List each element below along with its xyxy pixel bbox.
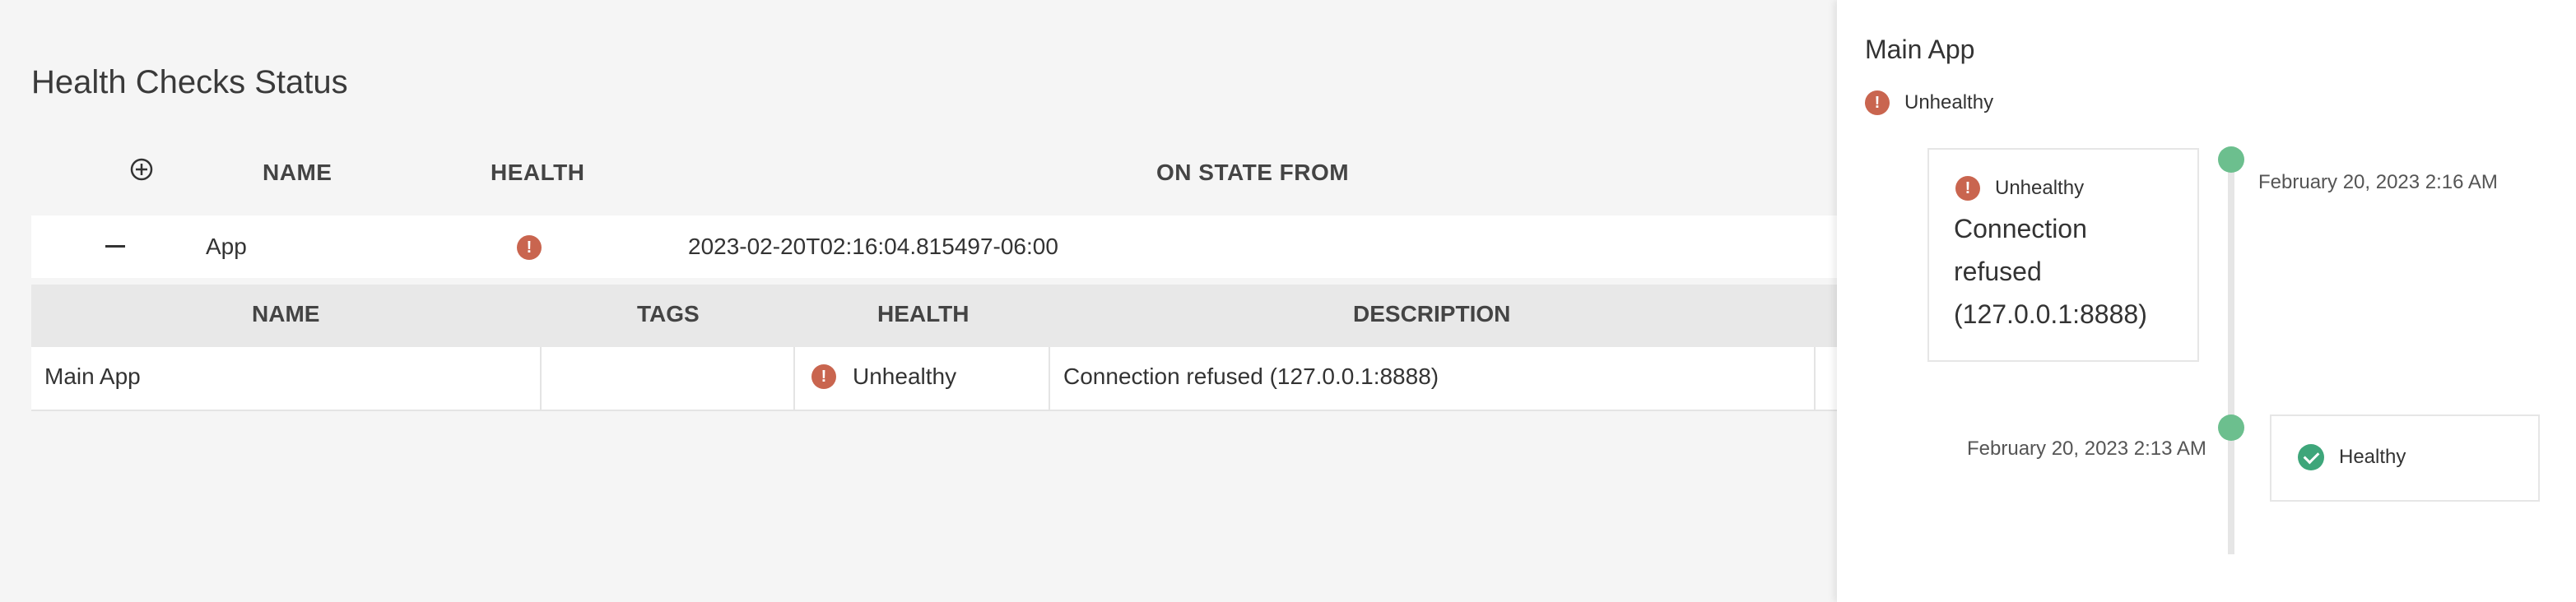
divider (1814, 347, 1816, 410)
table-row[interactable]: App ! 2023-02-20T02:16:04.815497-06:00 (31, 215, 1842, 278)
timeline-description: Connection refused (127.0.0.1:8888) (1954, 214, 2147, 329)
divider (540, 347, 542, 410)
detail-health-label: Unhealthy (853, 364, 957, 389)
unhealthy-icon: ! (811, 364, 836, 389)
timeline-dot (2218, 146, 2244, 173)
timeline-dot (2218, 414, 2244, 441)
panel-title: Main App (1865, 35, 1975, 64)
unhealthy-icon: ! (1955, 176, 1980, 201)
timeline-card-status: ! Unhealthy (1955, 176, 2084, 201)
timeline-card-status: Healthy (2298, 444, 2406, 470)
timeline-card: ! Unhealthy Connection refused (127.0.0.… (1927, 148, 2199, 362)
collapse-icon[interactable] (105, 245, 125, 248)
header-health[interactable]: HEALTH (491, 160, 584, 186)
health-history-panel: Main App ! Unhealthy ! Unhealthy Connect… (1837, 0, 2576, 602)
row-name: App (206, 234, 247, 259)
timeline-status-label: Healthy (2339, 446, 2406, 468)
detail-header-name[interactable]: NAME (252, 301, 319, 327)
header-on-state-from[interactable]: ON STATE FROM (1156, 160, 1349, 186)
detail-header-health[interactable]: HEALTH (877, 301, 969, 327)
timeline-status-label: Unhealthy (1995, 177, 2085, 199)
timeline-line (2228, 161, 2234, 554)
divider (1049, 347, 1050, 410)
detail-health: ! Unhealthy (811, 364, 956, 390)
unhealthy-icon: ! (1865, 90, 1890, 115)
detail-name: Main App (44, 364, 141, 389)
timeline-date: February 20, 2023 2:16 AM (2258, 171, 2498, 193)
detail-header-description[interactable]: DESCRIPTION (1353, 301, 1510, 327)
page-title: Health Checks Status (31, 64, 348, 100)
main-table-header: NAME HEALTH ON STATE FROM (31, 153, 1842, 199)
timeline-card: Healthy (2270, 414, 2540, 502)
panel-status: ! Unhealthy (1865, 90, 1993, 115)
detail-table-row[interactable]: Main App ! Unhealthy Connection refused … (31, 347, 1842, 411)
divider (793, 347, 795, 410)
detail-table-header: NAME TAGS HEALTH DESCRIPTION (31, 285, 1842, 347)
detail-header-tags[interactable]: TAGS (637, 301, 700, 327)
healthy-icon (2298, 444, 2324, 470)
row-on-state-from: 2023-02-20T02:16:04.815497-06:00 (688, 234, 1058, 259)
timeline-date: February 20, 2023 2:13 AM (1967, 438, 2206, 460)
detail-description: Connection refused (127.0.0.1:8888) (1063, 364, 1439, 389)
row-health: ! (517, 232, 542, 260)
header-name[interactable]: NAME (263, 160, 332, 186)
panel-status-label: Unhealthy (1904, 91, 1994, 113)
expand-all-icon[interactable] (130, 158, 153, 181)
unhealthy-icon: ! (517, 235, 542, 260)
